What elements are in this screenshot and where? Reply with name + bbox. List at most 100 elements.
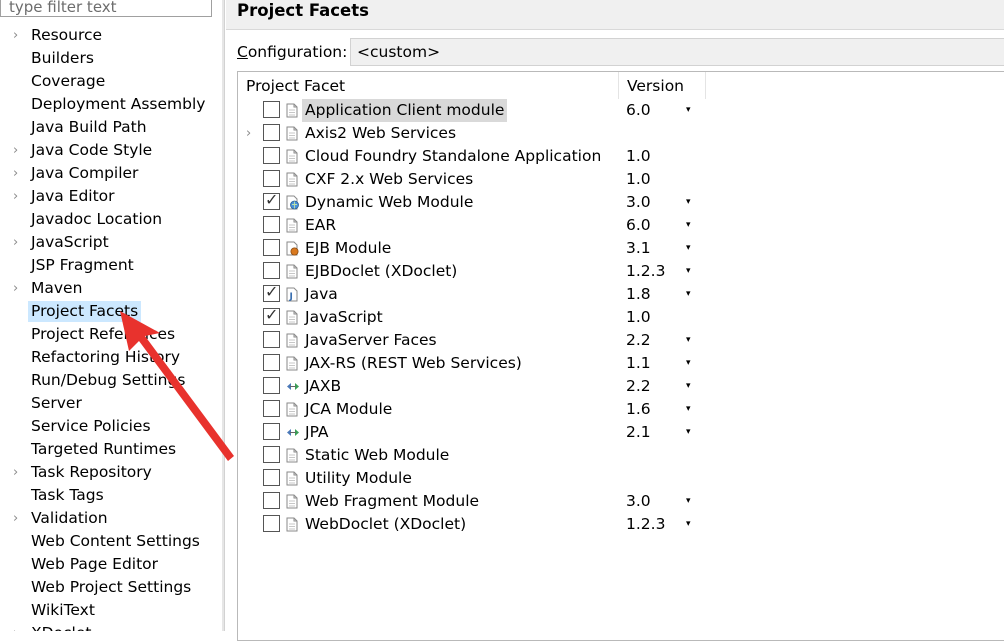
filter-input[interactable] — [0, 0, 212, 17]
configuration-combo[interactable]: <custom> — [350, 38, 1004, 66]
column-header-version[interactable]: Version — [619, 72, 706, 99]
chevron-right-icon[interactable]: › — [13, 139, 25, 162]
table-row[interactable]: › Axis2 Web Services — [238, 122, 1004, 145]
configuration-mnemonic: C — [237, 43, 248, 61]
sidebar-item-label: JavaScript — [31, 233, 109, 251]
sidebar-item-label: Javadoc Location — [31, 210, 163, 228]
facet-checkbox[interactable] — [263, 239, 280, 256]
facet-version[interactable]: 6.0 — [626, 214, 651, 237]
page-icon — [286, 333, 298, 348]
web-module-icon — [286, 195, 299, 210]
table-row[interactable]: ✓ JavaScript 1.0 — [238, 305, 1004, 329]
table-row[interactable]: JCA Module 1.6 ▾ — [238, 398, 1004, 421]
facet-version[interactable]: 1.8 — [626, 283, 651, 306]
facet-checkbox[interactable] — [263, 216, 280, 233]
table-row[interactable]: CXF 2.x Web Services 1.0 — [238, 168, 1004, 191]
facet-version[interactable]: 2.2 — [626, 329, 651, 352]
table-row[interactable]: Web Fragment Module 3.0 ▾ — [238, 490, 1004, 513]
table-row[interactable]: ✓ J Java 1.8 ▾ — [238, 282, 1004, 306]
page-icon — [286, 448, 298, 463]
chevron-right-icon[interactable]: › — [13, 24, 25, 47]
chevron-right-icon[interactable]: › — [13, 461, 25, 484]
version-dropdown-icon[interactable]: ▾ — [686, 375, 691, 398]
sidebar-item-label: Coverage — [31, 72, 106, 90]
facet-checkbox[interactable] — [263, 101, 280, 118]
facet-name: Application Client module — [302, 99, 508, 122]
sidebar-item-label: Task Repository — [31, 463, 152, 481]
table-row[interactable]: JAX-RS (REST Web Services) 1.1 ▾ — [238, 352, 1004, 375]
version-dropdown-icon[interactable]: ▾ — [686, 421, 691, 444]
table-row[interactable]: Application Client module 6.0 ▾ — [238, 99, 1004, 122]
table-row[interactable]: Static Web Module — [238, 444, 1004, 467]
column-header-project-facet[interactable]: Project Facet — [238, 72, 619, 99]
facet-checkbox[interactable] — [263, 331, 280, 348]
facet-checkbox[interactable] — [263, 446, 280, 463]
facet-checkbox[interactable]: ✓ — [263, 305, 280, 325]
facet-version[interactable]: 3.0 — [626, 490, 651, 513]
chevron-right-icon[interactable]: › — [13, 162, 25, 185]
version-dropdown-icon[interactable]: ▾ — [686, 329, 691, 352]
facet-name: EJB Module — [305, 239, 392, 257]
facet-version[interactable]: 3.1 — [626, 237, 651, 260]
table-row[interactable]: Utility Module — [238, 467, 1004, 490]
version-dropdown-icon[interactable]: ▾ — [686, 260, 691, 283]
facet-checkbox[interactable] — [263, 170, 280, 187]
version-dropdown-icon[interactable]: ▾ — [686, 214, 691, 237]
facet-checkbox[interactable] — [263, 515, 280, 532]
facet-checkbox[interactable] — [263, 377, 280, 394]
chevron-right-icon[interactable]: › — [13, 507, 25, 530]
table-row[interactable]: JAXB 2.2 ▾ — [238, 375, 1004, 398]
sidebar-item-label: Resource — [31, 26, 103, 44]
version-dropdown-icon[interactable]: ▾ — [686, 237, 691, 260]
facet-checkbox[interactable] — [263, 147, 280, 164]
sidebar-item-label: Project References — [31, 325, 176, 343]
facet-name: Java — [305, 285, 338, 303]
chevron-right-icon[interactable]: › — [13, 185, 25, 208]
table-row[interactable]: EAR 6.0 ▾ — [238, 214, 1004, 237]
chevron-right-icon[interactable]: › — [246, 122, 251, 145]
table-row[interactable]: EJB Module 3.1 ▾ — [238, 237, 1004, 260]
version-dropdown-icon[interactable]: ▾ — [686, 99, 691, 122]
chevron-right-icon[interactable]: › — [13, 622, 25, 631]
facet-version[interactable]: 1.2.3 — [626, 260, 665, 283]
version-dropdown-icon[interactable]: ▾ — [686, 398, 691, 421]
version-dropdown-icon[interactable]: ▾ — [686, 191, 691, 214]
facet-checkbox[interactable] — [263, 124, 280, 141]
table-row[interactable]: JavaServer Faces 2.2 ▾ — [238, 329, 1004, 352]
version-dropdown-icon[interactable]: ▾ — [686, 490, 691, 513]
facet-checkbox[interactable]: ✓ — [263, 282, 280, 302]
facet-checkbox[interactable] — [263, 492, 280, 509]
facet-checkbox[interactable] — [263, 262, 280, 279]
table-row[interactable]: ✓ Dynamic Web Module 3.0 ▾ — [238, 190, 1004, 214]
table-row[interactable]: Cloud Foundry Standalone Application 1.0 — [238, 145, 1004, 168]
facet-checkbox[interactable] — [263, 423, 280, 440]
facet-version[interactable]: 6.0 — [626, 99, 651, 122]
sidebar-item-label: Targeted Runtimes — [31, 440, 177, 458]
facet-checkbox[interactable]: ✓ — [263, 190, 280, 210]
facet-version[interactable]: 2.1 — [626, 421, 651, 444]
chevron-right-icon[interactable]: › — [13, 231, 25, 254]
facets-table: Project Facet Version Application Client… — [237, 71, 1004, 641]
facet-checkbox[interactable] — [263, 354, 280, 371]
facet-version[interactable]: 1.2.3 — [626, 513, 665, 536]
sidebar-item-label: WikiText — [31, 601, 95, 619]
facet-version[interactable]: 1.1 — [626, 352, 651, 375]
version-dropdown-icon[interactable]: ▾ — [686, 283, 691, 306]
facet-checkbox[interactable] — [263, 469, 280, 486]
facet-checkbox[interactable] — [263, 400, 280, 417]
table-row[interactable]: EJBDoclet (XDoclet) 1.2.3 ▾ — [238, 260, 1004, 283]
chevron-right-icon[interactable]: › — [13, 277, 25, 300]
facet-name: JPA — [305, 423, 329, 441]
facet-version[interactable]: 2.2 — [626, 375, 651, 398]
version-dropdown-icon[interactable]: ▾ — [686, 513, 691, 536]
configuration-value: <custom> — [357, 43, 441, 61]
page-icon — [286, 126, 298, 141]
table-row[interactable]: JPA 2.1 ▾ — [238, 421, 1004, 444]
pane-splitter[interactable] — [222, 0, 225, 631]
table-row[interactable]: WebDoclet (XDoclet) 1.2.3 ▾ — [238, 513, 1004, 536]
version-dropdown-icon[interactable]: ▾ — [686, 352, 691, 375]
facet-version[interactable]: 1.6 — [626, 398, 651, 421]
sidebar-item-label: Server — [31, 394, 82, 412]
facet-version[interactable]: 3.0 — [626, 191, 651, 214]
checkmark-icon: ✓ — [265, 190, 279, 209]
